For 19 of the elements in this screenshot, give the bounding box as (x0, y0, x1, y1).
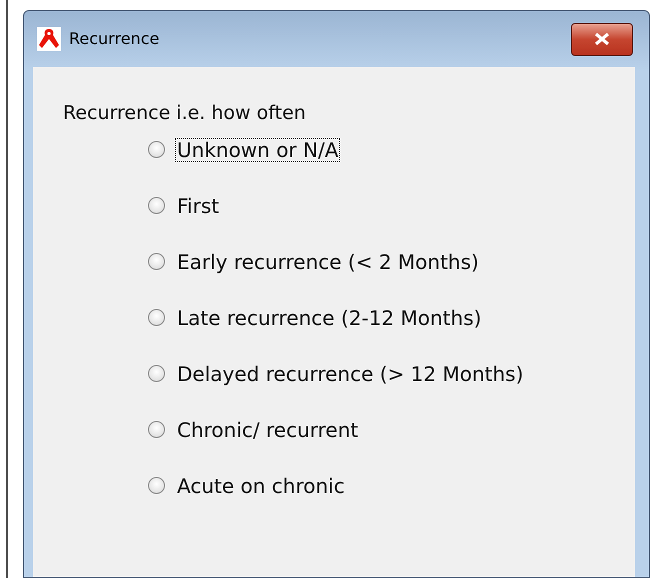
radio-button[interactable] (148, 309, 165, 326)
ribbon-icon (37, 27, 61, 51)
close-icon (593, 32, 611, 46)
option-label[interactable]: Early recurrence (< 2 Months) (175, 250, 481, 274)
window-title: Recurrence (69, 28, 160, 50)
radio-button[interactable] (148, 253, 165, 270)
radio-button[interactable] (148, 365, 165, 382)
group-label: Recurrence i.e. how often (63, 101, 307, 126)
option-label[interactable]: Unknown or N/A (175, 138, 340, 162)
radio-button[interactable] (148, 141, 165, 158)
radio-button[interactable] (148, 477, 165, 494)
close-button[interactable] (571, 22, 633, 56)
radio-button[interactable] (148, 421, 165, 438)
option-label[interactable]: Delayed recurrence (> 12 Months) (175, 362, 526, 386)
option-label[interactable]: Chronic/ recurrent (175, 418, 360, 442)
option-label[interactable]: Late recurrence (2-12 Months) (175, 306, 484, 330)
option-label[interactable]: Acute on chronic (175, 474, 347, 498)
radio-button[interactable] (148, 197, 165, 214)
option-label[interactable]: First (175, 194, 222, 218)
